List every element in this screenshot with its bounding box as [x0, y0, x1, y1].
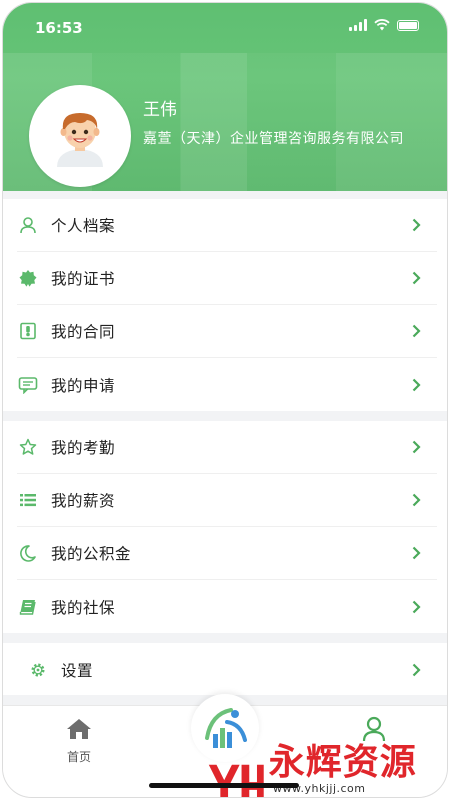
tab-home[interactable]: 首页 [51, 718, 107, 765]
signal-icon [349, 19, 367, 31]
book-icon [17, 596, 39, 618]
menu-item-label: 我的合同 [51, 323, 116, 341]
star-icon [17, 436, 39, 458]
status-icons [349, 19, 419, 31]
chevron-right-icon [412, 218, 421, 232]
chevron-right-icon [412, 271, 421, 285]
list-icon [17, 489, 39, 511]
menu-group-personal: 个人档案 我的证书 我的合同 我的申请 [3, 199, 447, 411]
wifi-icon [374, 19, 390, 31]
menu-group-benefits: 我的考勤 我的薪资 我的公积金 我的社保 [3, 421, 447, 633]
menu-item-attendance[interactable]: 我的考勤 [17, 421, 437, 474]
menu-item-housing-fund[interactable]: 我的公积金 [17, 527, 437, 580]
tab-home-label: 首页 [66, 750, 91, 764]
menu-item-salary[interactable]: 我的薪资 [17, 474, 437, 527]
menu-item-profile-archive[interactable]: 个人档案 [17, 199, 437, 252]
person-icon [17, 214, 39, 236]
menu-item-label: 我的证书 [51, 270, 116, 288]
user-name: 王伟 [143, 100, 177, 120]
profile-header: 16:53 王伟 嘉萱（天津）企业管理咨询服务有限公司 [3, 3, 447, 191]
menu-item-label: 我的薪资 [51, 492, 116, 510]
menu-group-settings: 设置 [3, 643, 447, 695]
menu-item-label: 个人档案 [51, 217, 116, 235]
menu-item-social-security[interactable]: 我的社保 [17, 580, 437, 633]
moon-icon [17, 542, 39, 564]
battery-icon [397, 19, 419, 31]
status-bar: 16:53 [3, 3, 447, 53]
menu-item-settings[interactable]: 设置 [27, 643, 437, 696]
avatar[interactable] [29, 85, 131, 187]
menu-item-label: 我的公积金 [51, 545, 132, 563]
chevron-right-icon [412, 440, 421, 454]
application-icon [17, 374, 39, 396]
home-indicator [149, 783, 299, 788]
menu-item-certificates[interactable]: 我的证书 [17, 252, 437, 305]
menu-item-label: 设置 [61, 661, 94, 680]
avatar-boy-icon [57, 113, 103, 167]
chevron-right-icon [412, 493, 421, 507]
company-name: 嘉萱（天津）企业管理咨询服务有限公司 [143, 131, 404, 147]
watermark-logo-icon [208, 764, 264, 797]
status-time: 16:53 [35, 19, 83, 37]
chevron-right-icon [412, 663, 421, 676]
chevron-right-icon [412, 324, 421, 338]
contract-icon [17, 320, 39, 342]
menu-item-label: 我的社保 [51, 598, 116, 617]
chevron-right-icon [412, 546, 421, 560]
certificate-icon [17, 267, 39, 289]
menu-item-label: 我的考勤 [51, 439, 116, 457]
chevron-right-icon [412, 600, 421, 613]
home-icon [67, 719, 91, 739]
menu-item-applications[interactable]: 我的申请 [17, 358, 437, 411]
menu-item-label: 我的申请 [51, 376, 116, 395]
chevron-right-icon [412, 378, 421, 391]
menu-item-contracts[interactable]: 我的合同 [17, 305, 437, 358]
phone-frame: 16:53 王伟 嘉萱（天津）企业管理咨询服务有限公司 个人档案 我的证书 我的… [2, 2, 448, 798]
gear-icon [27, 659, 49, 681]
